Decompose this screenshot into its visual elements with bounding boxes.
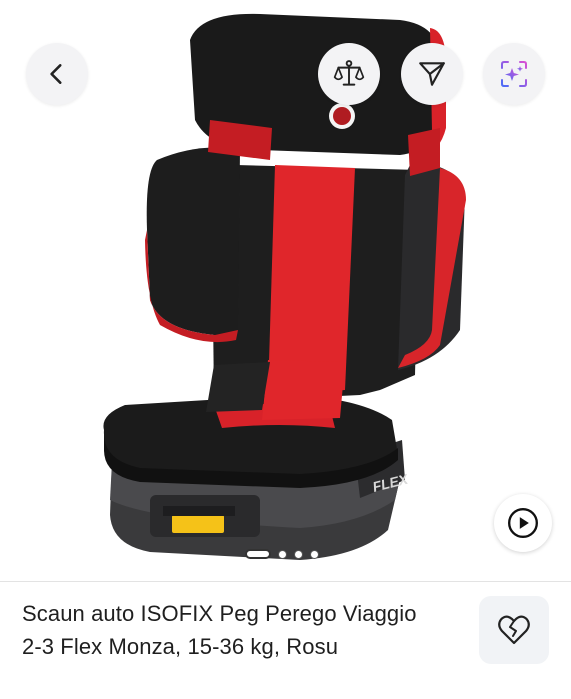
product-image-gallery[interactable]: FLEX (0, 0, 571, 581)
chevron-left-icon (50, 64, 62, 84)
back-button[interactable] (26, 43, 88, 105)
share-button[interactable] (401, 43, 463, 105)
ai-sparkle-icon (501, 61, 527, 87)
send-icon (419, 62, 445, 86)
balance-scale-icon (333, 60, 365, 86)
pagination-dot-active[interactable] (245, 549, 271, 559)
play-video-button[interactable] (494, 494, 552, 552)
play-icon (508, 508, 538, 538)
pagination-dot[interactable] (278, 549, 287, 559)
compare-button[interactable] (318, 43, 380, 105)
pagination-dot[interactable] (310, 549, 319, 559)
gallery-pagination (245, 549, 319, 559)
pagination-dot[interactable] (294, 549, 303, 559)
divider (0, 581, 571, 582)
product-title: Scaun auto ISOFIX Peg Perego Viaggio 2-3… (22, 601, 417, 659)
heart-icon (498, 615, 530, 645)
add-to-favorites-button[interactable] (479, 596, 549, 664)
ai-assistant-button[interactable] (483, 43, 545, 105)
